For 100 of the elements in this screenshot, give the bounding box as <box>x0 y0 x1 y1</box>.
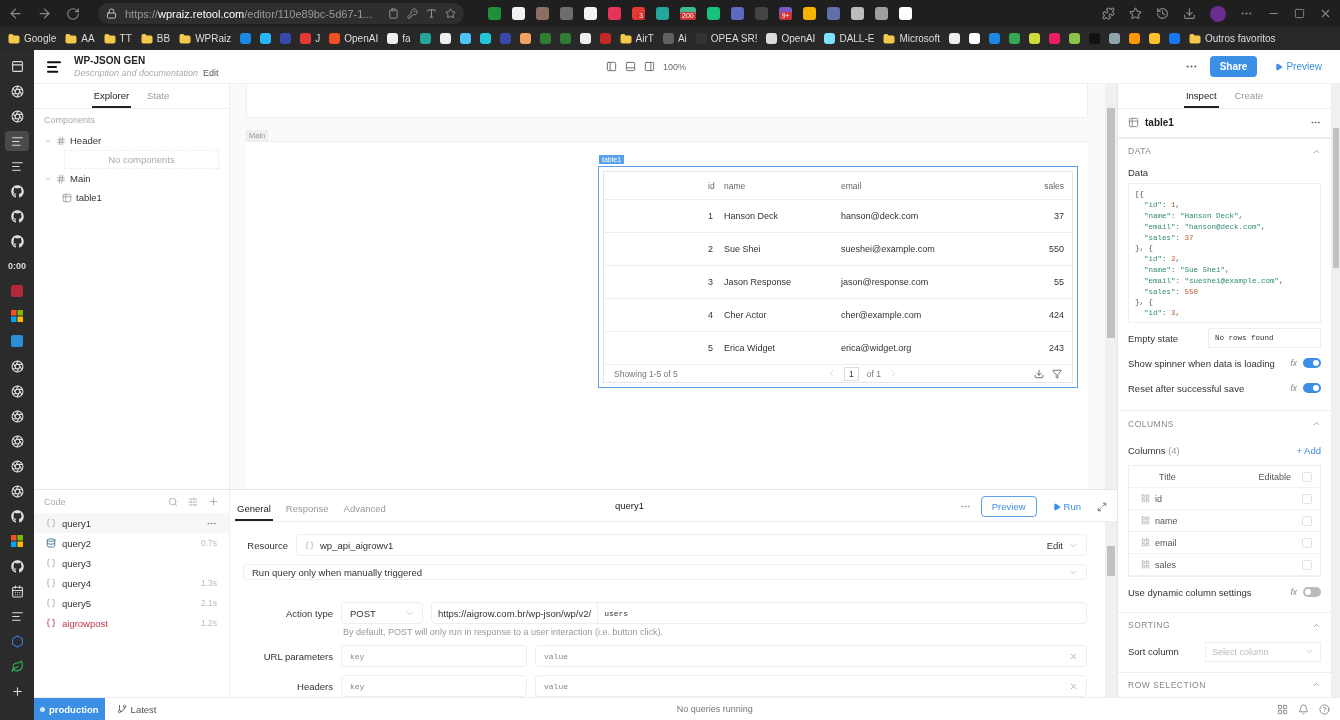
bookmark-link[interactable]: J <box>300 33 321 44</box>
toggle-switch[interactable] <box>1303 358 1321 369</box>
tree-item[interactable]: Main <box>70 173 91 184</box>
column-header[interactable]: sales <box>993 180 1072 191</box>
bookmark-link[interactable]: Ai <box>662 33 687 44</box>
dock-button[interactable] <box>5 131 29 151</box>
panel-tab[interactable]: Explorer <box>91 90 132 108</box>
bookmark-link[interactable]: BB <box>140 32 171 45</box>
favorites-icon[interactable] <box>1129 7 1142 20</box>
query-item[interactable]: query3 <box>34 553 229 573</box>
column-header[interactable]: Title <box>1159 471 1176 482</box>
filter-icon[interactable] <box>1052 368 1062 379</box>
extension-icon[interactable] <box>850 7 864 20</box>
close-icon[interactable] <box>1319 7 1332 20</box>
url-input[interactable]: https://aigrow.com.br/wp-json/wp/v2/ users <box>431 602 1087 624</box>
help-icon[interactable] <box>1319 703 1330 715</box>
search-icon[interactable] <box>168 496 178 507</box>
page-field[interactable]: 1 <box>844 366 859 381</box>
add-link[interactable]: + Add <box>1296 444 1321 456</box>
trigger-select[interactable]: Run query only when manually triggered <box>243 564 1087 581</box>
checkbox[interactable] <box>1302 493 1312 504</box>
restore-icon[interactable] <box>1294 8 1305 19</box>
tree-item[interactable]: table1 <box>76 192 102 203</box>
profile-avatar[interactable] <box>1210 5 1226 22</box>
expand-icon[interactable] <box>1097 501 1107 512</box>
checkbox[interactable] <box>1302 515 1312 526</box>
key-field[interactable]: key <box>341 675 527 697</box>
checkbox[interactable] <box>1302 537 1312 548</box>
bookmark-link[interactable]: AA <box>65 32 95 45</box>
timer-button[interactable]: 0:00 <box>5 256 29 276</box>
bookmark-link[interactable]: AirT <box>619 32 654 45</box>
download-icon[interactable] <box>1183 7 1196 20</box>
grid-icon[interactable] <box>1277 703 1288 715</box>
toggle-switch[interactable] <box>1303 383 1321 394</box>
bookmark-link[interactable]: TT <box>103 32 132 45</box>
bookmark-link[interactable]: OpenAI <box>329 33 379 44</box>
forward-icon[interactable] <box>37 6 52 21</box>
run-button[interactable]: Run <box>1046 500 1087 513</box>
history-icon[interactable] <box>1156 7 1169 20</box>
column-header[interactable]: Editable <box>1258 471 1291 482</box>
column-name[interactable]: sales <box>1155 559 1176 570</box>
query-item[interactable]: query4 1.3s <box>34 573 229 593</box>
scrollbar[interactable] <box>1105 522 1117 697</box>
bell-icon[interactable] <box>1298 703 1309 715</box>
resource-select[interactable]: wp_api_aigrowv1 Edit <box>296 534 1087 556</box>
preview-button[interactable]: Preview <box>1269 60 1328 73</box>
add-icon[interactable] <box>208 496 219 507</box>
key-field[interactable]: key <box>341 645 527 667</box>
query-item[interactable]: query2 0.7s <box>34 533 229 553</box>
edit-link[interactable]: Edit <box>203 68 219 78</box>
zoom-level[interactable]: 100% <box>663 61 687 72</box>
key-icon[interactable] <box>407 8 418 19</box>
extension-icon[interactable] <box>802 7 816 20</box>
bookmark-link[interactable]: Microsoft <box>883 32 940 45</box>
bookmark-link[interactable]: fa <box>387 33 411 44</box>
query-item[interactable]: query5 2.1s <box>34 593 229 613</box>
version-button[interactable]: Latest <box>110 702 163 716</box>
star-icon[interactable] <box>445 8 456 19</box>
method-select[interactable]: POST <box>341 602 423 624</box>
column-name[interactable]: name <box>1155 515 1178 526</box>
scrollbar[interactable] <box>1331 84 1340 697</box>
query-item[interactable]: query1 <box>34 513 229 533</box>
puzzle-icon[interactable] <box>1102 7 1115 20</box>
extension-icon[interactable] <box>706 7 720 20</box>
value-field[interactable]: value <box>535 675 1087 697</box>
extension-icon[interactable] <box>898 7 912 20</box>
panel-tab[interactable]: Inspect <box>1183 89 1219 108</box>
column-name[interactable]: email <box>1155 537 1177 548</box>
value-field[interactable]: value <box>535 645 1087 667</box>
column-header[interactable]: name <box>716 180 833 191</box>
editor-tab[interactable]: General <box>235 503 273 521</box>
checkbox[interactable] <box>1302 471 1312 482</box>
bookmark-link[interactable]: OpenAI <box>766 33 816 44</box>
checkbox[interactable] <box>1302 559 1312 570</box>
column-header[interactable]: email <box>833 180 993 191</box>
filter-icon[interactable] <box>188 496 198 507</box>
column-header[interactable]: id <box>700 180 716 191</box>
bookmark-link[interactable]: WPRaiz <box>179 32 232 45</box>
bookmark-link[interactable]: DALL-E <box>824 33 875 44</box>
preview-button[interactable]: Preview <box>980 496 1037 517</box>
back-icon[interactable] <box>8 6 23 21</box>
toggle-switch[interactable] <box>1303 587 1321 597</box>
query-item[interactable]: aigrowpost 1.2s <box>34 613 229 633</box>
bookmark-link[interactable]: OPEA SR! <box>695 33 758 44</box>
right-panel-icon[interactable] <box>644 61 655 72</box>
extension-icon[interactable] <box>874 7 888 20</box>
clear-icon[interactable] <box>1069 651 1078 661</box>
bottom-panel-icon[interactable] <box>625 61 636 72</box>
clear-icon[interactable] <box>1069 681 1078 691</box>
scrollbar[interactable] <box>1105 84 1117 489</box>
bookmark-link[interactable]: Google <box>8 32 57 45</box>
tree-item[interactable]: Header <box>70 135 102 146</box>
read-aloud-icon[interactable] <box>426 8 437 19</box>
column-name[interactable]: id <box>1155 493 1162 504</box>
download-icon[interactable] <box>1034 368 1044 379</box>
reload-icon[interactable] <box>66 6 80 21</box>
bookmark-link[interactable]: Outros favoritos <box>1189 32 1276 45</box>
clipboard-icon[interactable] <box>388 8 399 19</box>
left-panel-icon[interactable] <box>606 61 617 72</box>
url-field[interactable]: https://wpraiz.retool.com/editor/110e89bc-5d67-1... <box>98 3 464 24</box>
